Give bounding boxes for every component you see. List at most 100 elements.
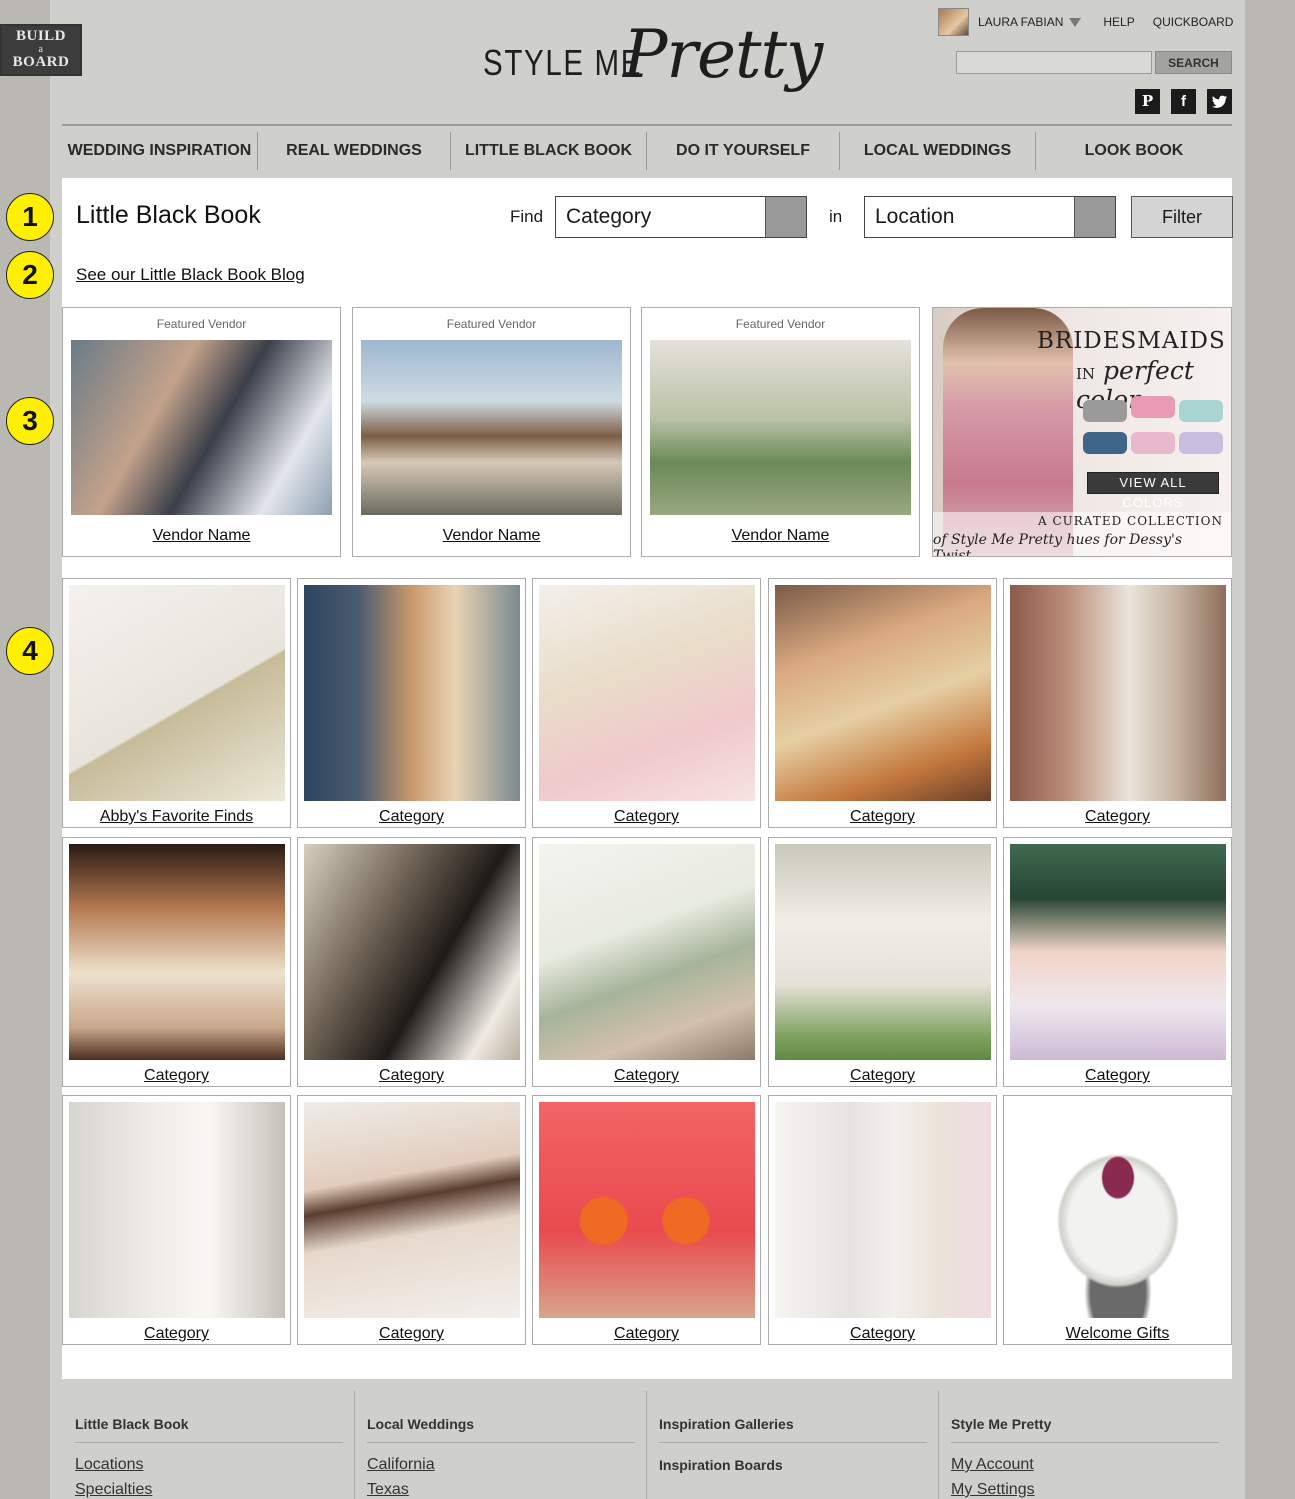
- featured-vendor-caption: Featured Vendor: [446, 317, 537, 331]
- site-logo[interactable]: STYLE ME Pretty: [483, 16, 823, 106]
- category-photo[interactable]: [69, 1102, 285, 1318]
- facebook-icon[interactable]: f: [1171, 89, 1196, 114]
- search-button[interactable]: SEARCH: [1155, 51, 1232, 74]
- category-photo[interactable]: [775, 844, 991, 1060]
- category-link[interactable]: Category: [63, 1325, 290, 1343]
- category-photo[interactable]: [304, 844, 520, 1060]
- vendor-photo[interactable]: [71, 340, 332, 515]
- little-black-book-blog-link[interactable]: See our Little Black Book Blog: [76, 265, 305, 285]
- category-tile[interactable]: Category: [768, 1095, 997, 1345]
- nav-look-book[interactable]: LOOK BOOK: [1036, 132, 1232, 170]
- logo-text-style-me: STYLE ME: [483, 42, 643, 83]
- category-tile[interactable]: Category: [62, 837, 291, 1087]
- category-photo[interactable]: [304, 1102, 520, 1318]
- footer-rule: [75, 1442, 343, 1443]
- vendor-photo[interactable]: [361, 340, 622, 515]
- category-link[interactable]: Category: [769, 1325, 996, 1343]
- category-tile[interactable]: Category: [62, 1095, 291, 1345]
- category-link[interactable]: Category: [298, 808, 525, 826]
- view-all-colors-button[interactable]: VIEW ALL COLORS: [1087, 472, 1219, 510]
- category-link[interactable]: Category: [533, 1325, 760, 1343]
- category-link[interactable]: Category: [533, 1067, 760, 1085]
- pinterest-icon[interactable]: P: [1135, 89, 1160, 114]
- category-photo[interactable]: [69, 844, 285, 1060]
- footer-heading: Little Black Book: [75, 1416, 189, 1432]
- category-tile[interactable]: Category: [768, 837, 997, 1087]
- footer-link-my-account[interactable]: My Account: [951, 1456, 1034, 1474]
- filter-button[interactable]: Filter: [1131, 196, 1233, 238]
- annotation-marker-1: 1: [6, 193, 54, 241]
- category-photo[interactable]: [539, 585, 755, 801]
- footer-heading: Style Me Pretty: [951, 1416, 1052, 1432]
- nav-real-weddings[interactable]: REAL WEDDINGS: [258, 132, 451, 170]
- category-link[interactable]: Category: [1004, 808, 1231, 826]
- footer-divider: [354, 1391, 355, 1499]
- user-bar: LAURA FABIAN HELP QUICKBOARD: [938, 8, 1233, 36]
- category-photo[interactable]: [775, 585, 991, 801]
- chevron-down-icon[interactable]: [1069, 17, 1082, 27]
- vendor-name-link[interactable]: Vendor Name: [642, 527, 919, 545]
- vendor-photo[interactable]: [650, 340, 911, 515]
- featured-vendor-card[interactable]: Featured Vendor Vendor Name: [641, 307, 920, 557]
- category-tile[interactable]: Category: [297, 837, 526, 1087]
- category-link[interactable]: Abby's Favorite Finds: [63, 808, 290, 826]
- footer-link-my-settings[interactable]: My Settings: [951, 1481, 1035, 1499]
- category-photo[interactable]: [1010, 585, 1226, 801]
- category-link[interactable]: Welcome Gifts: [1004, 1325, 1231, 1343]
- twitter-icon[interactable]: [1207, 89, 1232, 114]
- category-link[interactable]: Category: [63, 1067, 290, 1085]
- footer-link-texas[interactable]: Texas: [367, 1481, 409, 1499]
- category-photo[interactable]: [1010, 1102, 1226, 1318]
- category-select[interactable]: Category: [555, 196, 807, 238]
- category-tile[interactable]: Category: [532, 578, 761, 828]
- category-photo[interactable]: [69, 585, 285, 801]
- category-tile[interactable]: Category: [532, 1095, 761, 1345]
- category-link[interactable]: Category: [769, 808, 996, 826]
- category-link[interactable]: Category: [298, 1067, 525, 1085]
- category-photo[interactable]: [1010, 844, 1226, 1060]
- category-link[interactable]: Category: [769, 1067, 996, 1085]
- page-title: Little Black Book: [76, 201, 261, 229]
- footer-link-specialties[interactable]: Specialties: [75, 1481, 152, 1499]
- featured-vendor-card[interactable]: Featured Vendor Vendor Name: [352, 307, 631, 557]
- category-tile[interactable]: Welcome Gifts: [1003, 1095, 1232, 1345]
- featured-vendor-card[interactable]: Featured Vendor Vendor Name: [62, 307, 341, 557]
- category-tile[interactable]: Category: [297, 1095, 526, 1345]
- location-select[interactable]: Location: [864, 196, 1116, 238]
- category-photo[interactable]: [304, 585, 520, 801]
- footer-link-locations[interactable]: Locations: [75, 1456, 144, 1474]
- nav-little-black-book[interactable]: LITTLE BLACK BOOK: [451, 132, 647, 170]
- logo-text-pretty: Pretty: [623, 16, 823, 93]
- build-a-board-button[interactable]: BUILD a BOARD: [0, 24, 82, 76]
- category-tile[interactable]: Category: [532, 837, 761, 1087]
- footer-heading-inspiration-galleries[interactable]: Inspiration Galleries: [659, 1416, 794, 1432]
- category-tile[interactable]: Category: [768, 578, 997, 828]
- category-tile[interactable]: Category: [1003, 837, 1232, 1087]
- location-dropdown-button[interactable]: [1074, 197, 1115, 237]
- category-tile[interactable]: Category: [1003, 578, 1232, 828]
- category-dropdown-button[interactable]: [765, 197, 806, 237]
- nav-local-weddings[interactable]: LOCAL WEDDINGS: [840, 132, 1036, 170]
- category-tile[interactable]: Category: [297, 578, 526, 828]
- avatar[interactable]: [938, 8, 969, 36]
- search-input[interactable]: [956, 51, 1152, 74]
- ad-headline: BRIDESMAIDS: [1037, 328, 1226, 354]
- category-link[interactable]: Category: [298, 1325, 525, 1343]
- color-swatch: [1179, 432, 1223, 454]
- vendor-name-link[interactable]: Vendor Name: [353, 527, 630, 545]
- footer-link-california[interactable]: California: [367, 1456, 435, 1474]
- bridesmaids-ad-banner[interactable]: BRIDESMAIDS IN perfect color VIEW ALL CO…: [932, 307, 1232, 557]
- footer-heading-inspiration-boards[interactable]: Inspiration Boards: [659, 1457, 783, 1473]
- quickboard-link[interactable]: QUICKBOARD: [1153, 15, 1234, 29]
- nav-wedding-inspiration[interactable]: WEDDING INSPIRATION: [62, 132, 258, 170]
- category-link[interactable]: Category: [533, 808, 760, 826]
- category-photo[interactable]: [539, 844, 755, 1060]
- help-link[interactable]: HELP: [1103, 15, 1134, 29]
- category-link[interactable]: Category: [1004, 1067, 1231, 1085]
- vendor-name-link[interactable]: Vendor Name: [63, 527, 340, 545]
- category-tile[interactable]: Abby's Favorite Finds: [62, 578, 291, 828]
- category-photo[interactable]: [775, 1102, 991, 1318]
- user-name[interactable]: LAURA FABIAN: [978, 15, 1063, 29]
- category-photo[interactable]: [539, 1102, 755, 1318]
- nav-do-it-yourself[interactable]: DO IT YOURSELF: [647, 132, 840, 170]
